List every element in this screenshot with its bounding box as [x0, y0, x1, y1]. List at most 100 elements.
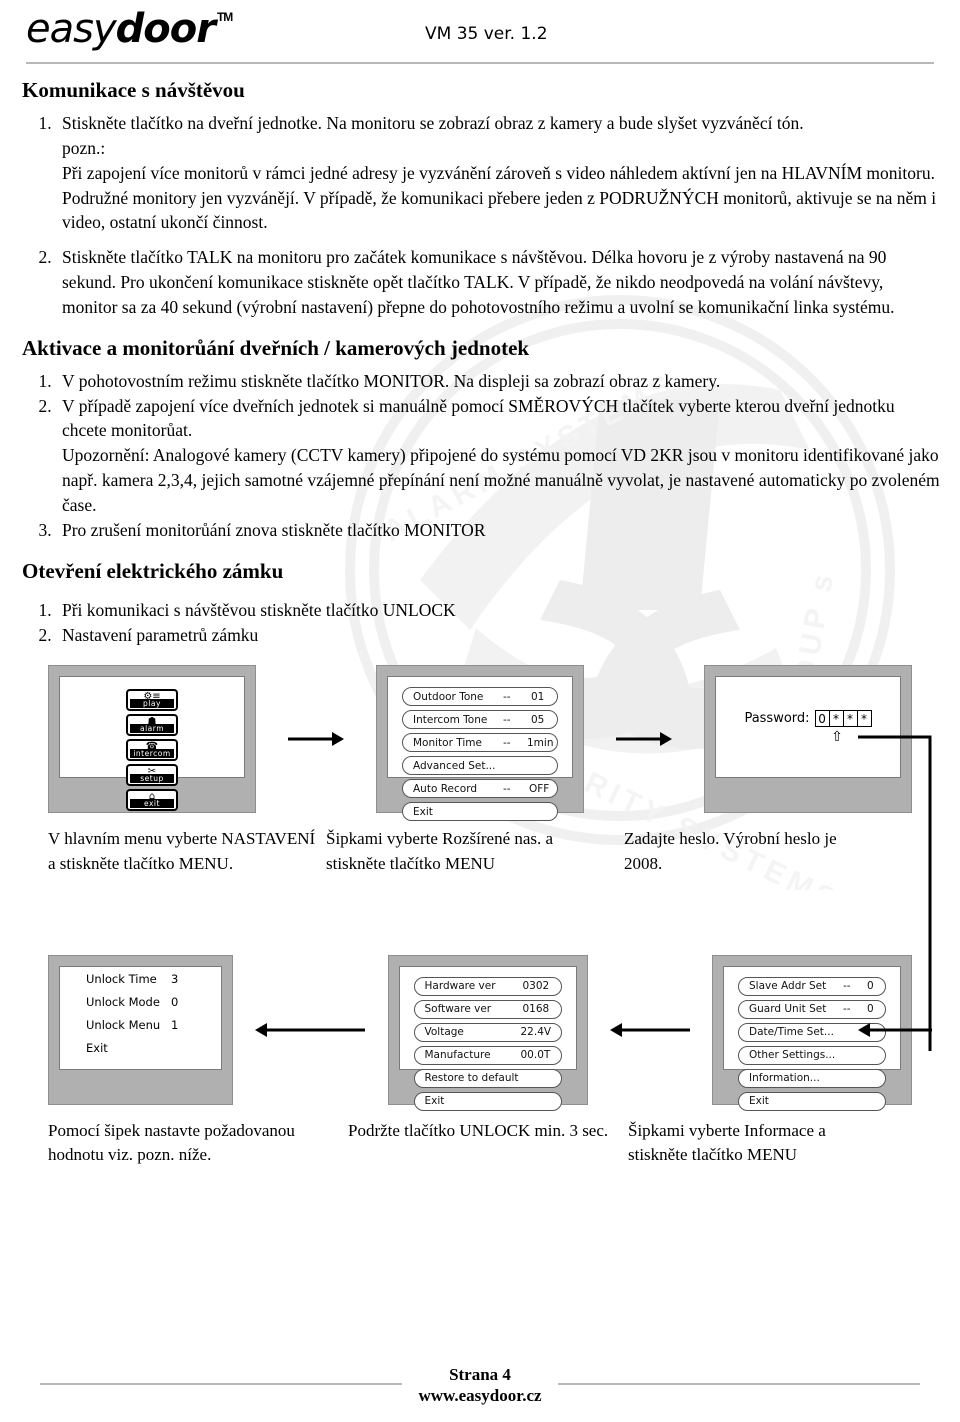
menu-item-exit[interactable]: Exit	[413, 1091, 562, 1111]
password-input[interactable]: 0 * * *	[814, 710, 872, 728]
password-label: Password:	[744, 711, 810, 727]
page-footer: Strana 4 www.easydoor.cz	[0, 1363, 960, 1406]
unlock-row-value: 0	[171, 994, 179, 1009]
menu-item-slave-addr-set[interactable]: Slave Addr Set -- 0	[738, 976, 886, 996]
menu-item-guard-unit-set[interactable]: Guard Unit Set -- 0	[738, 999, 886, 1019]
menu-item-label: Manufacture	[424, 1049, 491, 1062]
logo-light-text: easy	[26, 6, 117, 52]
menu-item-other-settings[interactable]: Other Settings...	[738, 1045, 886, 1065]
main-menu-icon-list: ⚙≡ play ☗ alarm ☎ intercom ✂ setup ⌂ exi…	[60, 677, 244, 812]
caption-info-menu: Podržte tlačítko UNLOCK min. 3 sec.	[348, 1120, 609, 1140]
flow-arrow-4	[588, 955, 713, 1105]
menu-item-value: 0	[867, 1003, 874, 1016]
page-number: Strana 4	[449, 1364, 511, 1384]
password-entry: Password: 0 * * * ⇧	[716, 677, 900, 777]
monitor-unlock-menu: Unlock Time 3 Unlock Mode 0 Unlock Menu …	[48, 954, 233, 1105]
monitor-main-menu: ⚙≡ play ☗ alarm ☎ intercom ✂ setup ⌂ exi…	[48, 665, 256, 814]
unlock-row-unlock-mode[interactable]: Unlock Mode 0	[86, 995, 221, 1009]
menu-item-value: 0168	[522, 1003, 550, 1016]
menu-item-hardware-ver[interactable]: Hardware ver 0302	[413, 976, 562, 996]
menu-item-outdoor-tone[interactable]: Outdoor Tone -- 01	[402, 687, 558, 707]
brand-logo: easy door TM	[26, 6, 233, 52]
list-item: Pro zrušení monitorůání znova stiskněte …	[56, 518, 940, 543]
step-text: Při komunikaci s návštěvou stiskněte tla…	[62, 599, 456, 620]
list-item: Stiskněte tlačítko TALK na monitoru pro …	[56, 245, 940, 320]
menu-item-value: 00.0T	[520, 1049, 551, 1062]
menu-item-label: Guard Unit Set	[749, 1003, 827, 1016]
menu-item-date-time-set[interactable]: Date/Time Set...	[738, 1022, 886, 1042]
steps-komunikace: Stiskněte tlačítko na dveřní jednotke. N…	[22, 111, 940, 320]
step-text: V případě zapojení více dveřních jednote…	[62, 395, 895, 441]
diagram-row-1: ⚙≡ play ☗ alarm ☎ intercom ✂ setup ⌂ exi…	[20, 665, 940, 1052]
unlock-row-value: 1	[171, 1017, 179, 1032]
section-title-aktivace: Aktivace a monitorůání dveřních / kamero…	[22, 335, 530, 360]
step-text: Stiskněte tlačítko na dveřní jednotke. N…	[62, 113, 804, 133]
menu-item-information[interactable]: Information...	[738, 1068, 886, 1088]
advanced-menu-list: Slave Addr Set -- 0 Guard Unit Set -- 0 …	[724, 967, 900, 1125]
menu-item-dash: --	[503, 713, 511, 726]
unlock-row-key: Unlock Mode	[86, 994, 160, 1009]
document-page: easy door TM VM 35 ver. 1.2 Komunikace s n…	[0, 0, 960, 1168]
menu-item-value: 05	[531, 713, 545, 726]
step-note-label: pozn.:	[62, 137, 106, 158]
unlock-row-exit[interactable]: Exit	[86, 1041, 221, 1055]
trademark-icon: TM	[216, 10, 233, 24]
monitor-info-menu: Hardware ver 0302 Software ver 0168 Volt…	[387, 954, 588, 1111]
footer-text: Strana 4 www.easydoor.cz	[402, 1363, 558, 1406]
menu-item-voltage[interactable]: Voltage 22.4V	[413, 1022, 562, 1042]
menu-button-setup[interactable]: ✂ setup	[126, 764, 178, 787]
menu-item-label: Monitor Time	[413, 736, 482, 749]
header-divider	[26, 62, 934, 64]
list-item: V případě zapojení více dveřních jednote…	[56, 394, 940, 518]
menu-button-exit[interactable]: ⌂ exit	[126, 789, 178, 812]
menu-item-auto-record[interactable]: Auto Record -- OFF	[402, 779, 558, 799]
alarm-icon: ☗	[147, 716, 157, 728]
monitor-advanced-menu: Slave Addr Set -- 0 Guard Unit Set -- 0 …	[712, 954, 912, 1111]
menu-item-value: OFF	[529, 782, 550, 795]
list-item: V pohotovostním režimu stiskněte tlačítk…	[56, 369, 940, 394]
menu-item-monitor-time[interactable]: Monitor Time -- 1min	[402, 733, 558, 753]
menu-item-value: 0302	[522, 980, 550, 993]
list-item: Nastavení parametrů zámku	[56, 623, 940, 648]
caption-advanced-menu: Šipkami vyberte Informace a stiskněte tl…	[628, 1120, 826, 1165]
flow-arrow-1	[256, 665, 376, 813]
flow-arrow-3	[233, 955, 388, 1105]
menu-item-restore-to-default[interactable]: Restore to default	[413, 1068, 562, 1088]
caption-main-menu: V hlavním menu vyberte NASTAVENÍ a stisk…	[48, 829, 316, 873]
menu-button-intercom[interactable]: ☎ intercom	[126, 739, 178, 762]
screen-main-menu: ⚙≡ play ☗ alarm ☎ intercom ✂ setup ⌂ exi…	[59, 676, 245, 812]
menu-item-intercom-tone[interactable]: Intercom Tone -- 05	[402, 710, 558, 730]
screen-info-menu: Hardware ver 0302 Software ver 0168 Volt…	[398, 965, 577, 1111]
screen-advanced-menu: Slave Addr Set -- 0 Guard Unit Set -- 0 …	[723, 965, 901, 1111]
password-char-2: *	[828, 710, 844, 728]
menu-button-alarm[interactable]: ☗ alarm	[126, 714, 178, 737]
setup-icon: ✂	[147, 766, 157, 778]
unlock-row-unlock-time[interactable]: Unlock Time 3	[86, 972, 221, 986]
menu-item-value: 0	[867, 980, 874, 993]
menu-item-manufacture[interactable]: Manufacture 00.0T	[413, 1045, 562, 1065]
menu-item-software-ver[interactable]: Software ver 0168	[413, 999, 562, 1019]
logo-bold-text: door	[115, 6, 216, 52]
menu-item-exit[interactable]: Exit	[738, 1091, 886, 1111]
info-menu-list: Hardware ver 0302 Software ver 0168 Volt…	[400, 967, 576, 1125]
menu-item-label: Auto Record	[413, 782, 477, 795]
unlock-menu-list: Unlock Time 3 Unlock Mode 0 Unlock Menu …	[60, 967, 221, 1069]
monitor-settings-menu: Outdoor Tone -- 01 Intercom Tone -- 05 M…	[376, 665, 584, 822]
caption-unlock-menu: Pomocí šipek nastavte požadovanou hodnot…	[48, 1120, 295, 1165]
menu-item-dash: --	[843, 980, 851, 993]
menu-button-play[interactable]: ⚙≡ play	[126, 689, 178, 712]
menu-item-label: Voltage	[424, 1026, 464, 1039]
menu-item-dash: --	[503, 736, 511, 749]
password-char-1: 0	[814, 710, 830, 728]
unlock-row-unlock-menu[interactable]: Unlock Menu 1	[86, 1018, 221, 1032]
menu-item-dash: --	[503, 782, 511, 795]
website-link[interactable]: www.easydoor.cz	[418, 1385, 541, 1406]
menu-item-dash: --	[843, 1003, 851, 1016]
menu-item-advanced-set[interactable]: Advanced Set...	[402, 756, 558, 776]
menu-item-value: 22.4V	[520, 1026, 552, 1039]
section-title-otevreni: Otevření elektrického zámku	[22, 558, 284, 583]
menu-item-label: Information...	[749, 1072, 820, 1085]
menu-item-exit[interactable]: Exit	[402, 802, 558, 822]
unlock-row-value: 3	[171, 971, 179, 986]
menu-item-label: Restore to default	[424, 1072, 519, 1085]
